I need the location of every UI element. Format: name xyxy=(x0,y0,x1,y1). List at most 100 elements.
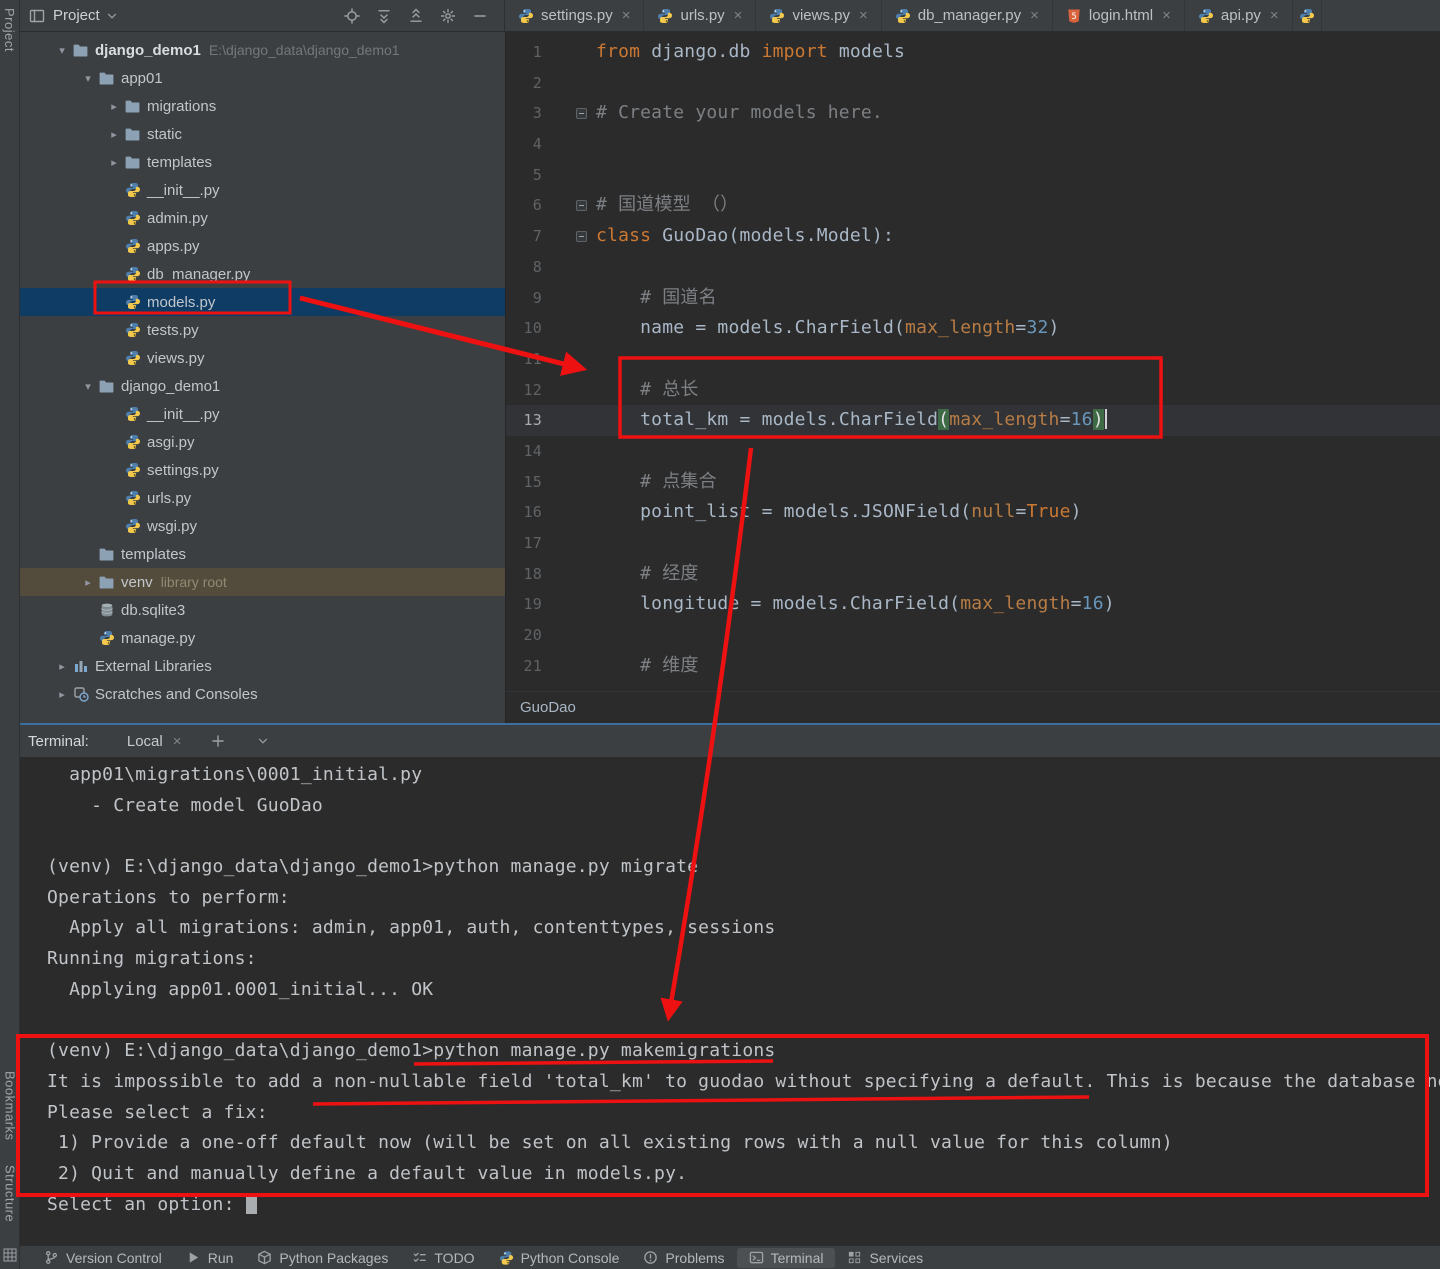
fold-icon[interactable] xyxy=(576,230,587,242)
code-line-11[interactable]: 11 xyxy=(506,344,1440,375)
chevron-right-icon[interactable]: ▸ xyxy=(78,576,98,589)
project-tree[interactable]: ▾ django_demo1 E:\django_data\django_demo1… xyxy=(20,32,505,723)
editor-tab-db_manager.py[interactable]: db_manager.py × xyxy=(882,0,1053,31)
close-icon[interactable]: × xyxy=(622,7,631,24)
tree-item-db_manager.py[interactable]: db_manager.py xyxy=(20,260,505,288)
tree-item-asgi.py[interactable]: asgi.py xyxy=(20,428,505,456)
tree-item-__init__.py[interactable]: __init__.py xyxy=(20,400,505,428)
tree-item-__init__.py[interactable]: __init__.py xyxy=(20,176,505,204)
line-number[interactable]: 3 xyxy=(506,98,542,129)
statusbar-run[interactable]: Run xyxy=(174,1248,246,1268)
line-number[interactable]: 11 xyxy=(506,344,542,375)
chevron-down-icon[interactable]: ▾ xyxy=(52,44,72,57)
editor-tab-views.py[interactable]: views.py × xyxy=(756,0,882,31)
code-line-14[interactable]: 14 xyxy=(506,436,1440,467)
code-line-10[interactable]: 10 name = models.CharField(max_length=32… xyxy=(506,313,1440,344)
tree-item-venv[interactable]: ▸ venv library root xyxy=(20,568,505,596)
line-number[interactable]: 14 xyxy=(506,436,542,467)
code-line-19[interactable]: 19 longitude = models.CharField(max_leng… xyxy=(506,589,1440,620)
line-number[interactable]: 5 xyxy=(506,160,542,191)
tree-item-apps.py[interactable]: apps.py xyxy=(20,232,505,260)
editor-tab-settings.py[interactable]: settings.py × xyxy=(505,0,645,31)
fold-icon[interactable] xyxy=(576,200,587,212)
code-line-8[interactable]: 8 xyxy=(506,252,1440,283)
line-number[interactable]: 6 xyxy=(506,190,542,221)
chevron-right-icon[interactable]: ▸ xyxy=(104,128,124,141)
line-number[interactable]: 18 xyxy=(506,559,542,590)
tree-item-django_demo1[interactable]: ▾ django_demo1 xyxy=(20,372,505,400)
code-line-2[interactable]: 2 xyxy=(506,68,1440,99)
statusbar-problems[interactable]: Problems xyxy=(631,1248,736,1268)
line-number[interactable]: 21 xyxy=(506,651,542,682)
tree-item-static[interactable]: ▸ static xyxy=(20,120,505,148)
statusbar-terminal[interactable]: Terminal xyxy=(736,1247,836,1268)
code-line-9[interactable]: 9 # 国道名 xyxy=(506,283,1440,314)
tree-item-manage.py[interactable]: manage.py xyxy=(20,624,505,652)
tree-item-templates[interactable]: ▸ templates xyxy=(20,148,505,176)
tree-item-admin.py[interactable]: admin.py xyxy=(20,204,505,232)
gear-icon[interactable] xyxy=(439,7,456,24)
tree-item-settings.py[interactable]: settings.py xyxy=(20,456,505,484)
chevron-down-icon[interactable]: ▾ xyxy=(78,72,98,85)
line-number[interactable]: 8 xyxy=(506,252,542,283)
code-line-16[interactable]: 16 point_list = models.JSONField(null=Tr… xyxy=(506,497,1440,528)
chevron-right-icon[interactable]: ▸ xyxy=(52,660,72,673)
close-icon[interactable]: × xyxy=(1270,7,1279,24)
line-number[interactable]: 20 xyxy=(506,620,542,651)
editor-tab-overflow[interactable] xyxy=(1293,0,1322,31)
tree-item-django_demo1[interactable]: ▾ django_demo1 E:\django_data\django_demo1 xyxy=(20,36,505,64)
hide-panel-icon[interactable] xyxy=(471,7,488,24)
tree-item-templates[interactable]: templates xyxy=(20,540,505,568)
breadcrumb-item[interactable]: GuoDao xyxy=(520,699,576,716)
chevron-down-icon[interactable] xyxy=(254,733,271,750)
grid-icon[interactable] xyxy=(2,1246,19,1263)
line-number[interactable]: 10 xyxy=(506,313,542,344)
code-line-6[interactable]: 6 # 国道模型 （） xyxy=(506,190,1440,221)
chevron-right-icon[interactable]: ▸ xyxy=(52,688,72,701)
chevron-down-icon[interactable]: ▾ xyxy=(78,380,98,393)
line-number[interactable]: 13 xyxy=(506,405,542,436)
fold-icon[interactable] xyxy=(576,108,587,120)
line-number[interactable]: 12 xyxy=(506,375,542,406)
code-line-18[interactable]: 18 # 经度 xyxy=(506,559,1440,590)
chevron-right-icon[interactable]: ▸ xyxy=(104,156,124,169)
editor-tab-urls.py[interactable]: urls.py × xyxy=(644,0,757,31)
code-line-15[interactable]: 15 # 点集合 xyxy=(506,467,1440,498)
tree-item-db.sqlite3[interactable]: db.sqlite3 xyxy=(20,596,505,624)
line-number[interactable]: 2 xyxy=(506,68,542,99)
terminal-output[interactable]: app01\migrations\0001_initial.py - Creat… xyxy=(20,757,1440,1245)
code-line-4[interactable]: 4 xyxy=(506,129,1440,160)
code-line-5[interactable]: 5 xyxy=(506,160,1440,191)
statusbar-todo[interactable]: TODO xyxy=(400,1248,486,1268)
editor-tab-api.py[interactable]: api.py × xyxy=(1185,0,1293,31)
line-number[interactable]: 15 xyxy=(506,467,542,498)
line-number[interactable]: 17 xyxy=(506,528,542,559)
close-icon[interactable]: × xyxy=(1030,7,1039,24)
editor-tab-login.html[interactable]: 5 login.html × xyxy=(1053,0,1185,31)
strip-structure-label[interactable]: Structure xyxy=(3,1165,18,1222)
terminal-tab-local[interactable]: Local × xyxy=(127,733,182,750)
tree-item-migrations[interactable]: ▸ migrations xyxy=(20,92,505,120)
strip-bookmarks-label[interactable]: Bookmarks xyxy=(3,1071,18,1141)
code-line-7[interactable]: 7 class GuoDao(models.Model): xyxy=(506,221,1440,252)
line-number[interactable]: 9 xyxy=(506,283,542,314)
tree-item-views.py[interactable]: views.py xyxy=(20,344,505,372)
line-number[interactable]: 1 xyxy=(506,37,542,68)
close-icon[interactable]: × xyxy=(173,733,182,750)
tree-item-tests.py[interactable]: tests.py xyxy=(20,316,505,344)
code-line-12[interactable]: 12 # 总长 xyxy=(506,375,1440,406)
tree-item-wsgi.py[interactable]: wsgi.py xyxy=(20,512,505,540)
close-icon[interactable]: × xyxy=(859,7,868,24)
code-line-17[interactable]: 17 xyxy=(506,528,1440,559)
line-number[interactable]: 7 xyxy=(506,221,542,252)
code-line-3[interactable]: 3 # Create your models here. xyxy=(506,98,1440,129)
code-editor[interactable]: 1 from django.db import models 2 3 # Create … xyxy=(505,32,1440,691)
code-line-13[interactable]: 13 total_km = models.CharField(max_lengt… xyxy=(506,405,1440,436)
tree-item-Scratches-and-Consoles[interactable]: ▸ Scratches and Consoles xyxy=(20,680,505,708)
locate-file-icon[interactable] xyxy=(343,7,360,24)
tree-item-urls.py[interactable]: urls.py xyxy=(20,484,505,512)
new-terminal-icon[interactable] xyxy=(209,733,226,750)
tree-item-app01[interactable]: ▾ app01 xyxy=(20,64,505,92)
close-icon[interactable]: × xyxy=(1162,7,1171,24)
strip-project-label[interactable]: Project xyxy=(2,8,17,52)
